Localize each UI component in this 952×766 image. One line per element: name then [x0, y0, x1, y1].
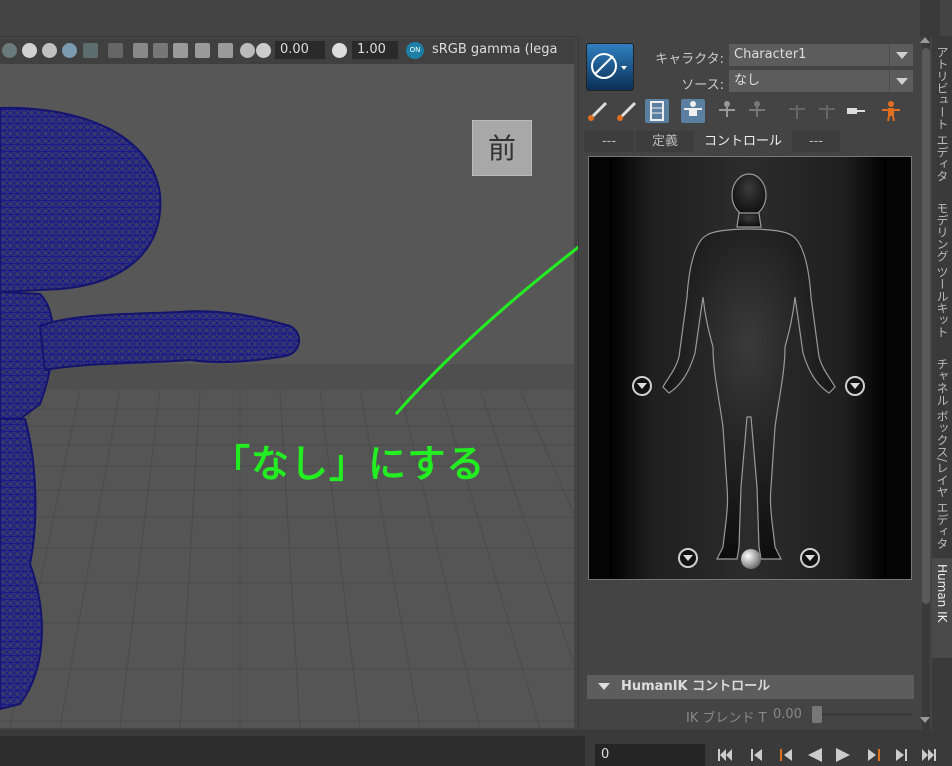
side-tab-attribute-editor[interactable]: アトリビュート エディタ — [932, 40, 952, 190]
ik-blend-slider[interactable] — [812, 706, 822, 723]
left-arm-effector-icon[interactable] — [586, 99, 610, 123]
step-forward-key-icon[interactable] — [892, 746, 910, 764]
tab-dash-right[interactable]: --- — [792, 131, 840, 152]
ik-blend-label: IK ブレンド T — [686, 711, 767, 726]
step-back-key-icon[interactable] — [748, 746, 766, 764]
right-foot-expand-button[interactable] — [800, 548, 820, 568]
ik-blend-value[interactable]: 0.00 — [773, 707, 802, 722]
source-combo[interactable]: なし — [729, 70, 891, 92]
right-hand-expand-button[interactable] — [845, 376, 865, 396]
pin-icon[interactable] — [843, 99, 867, 123]
scroll-down-icon[interactable] — [920, 717, 930, 723]
right-arm-effector-icon[interactable] — [615, 99, 639, 123]
tab-controls[interactable]: コントロール — [696, 131, 790, 152]
orange-figure-icon[interactable] — [879, 99, 903, 123]
side-tab-channel-box[interactable]: チャネル ボックス/レイヤ エディタ — [932, 352, 952, 552]
pin-rotation-icon[interactable] — [815, 99, 839, 123]
step-back-frame-icon[interactable] — [778, 746, 796, 764]
current-frame-field[interactable]: 0 — [595, 744, 705, 766]
hik-body-view[interactable] — [588, 156, 912, 580]
play-backward-icon[interactable] — [806, 746, 824, 764]
hik-logo-icon[interactable] — [586, 43, 634, 91]
scroll-up-icon[interactable] — [920, 37, 930, 43]
ik-blend-track[interactable] — [822, 713, 912, 716]
humanik-controls-section[interactable]: HumanIK コントロール — [587, 675, 914, 699]
character-label: キャラクタ: — [655, 52, 724, 67]
pose-icon[interactable] — [715, 99, 739, 123]
step-forward-frame-icon[interactable] — [864, 746, 882, 764]
reference-sphere[interactable] — [741, 549, 761, 569]
panel-scrollbar-thumb[interactable] — [922, 48, 930, 604]
source-label: ソース: — [681, 78, 724, 93]
time-slider[interactable] — [0, 736, 585, 766]
pin-translation-icon[interactable] — [785, 99, 809, 123]
left-hand-expand-button[interactable] — [632, 376, 652, 396]
tab-dash-left[interactable]: --- — [584, 131, 634, 152]
left-foot-expand-button[interactable] — [678, 548, 698, 568]
go-to-start-icon[interactable] — [716, 746, 734, 764]
character-combo[interactable]: Character1 — [729, 44, 891, 66]
pose-icon-2[interactable] — [745, 99, 769, 123]
side-tab-human-ik[interactable]: Human IK — [932, 558, 952, 658]
play-forward-icon[interactable] — [834, 746, 852, 764]
annotation-text: 「なし」にする — [212, 442, 486, 486]
go-to-end-icon[interactable] — [920, 746, 938, 764]
tab-definition[interactable]: 定義 — [636, 131, 694, 152]
character-combo-arrow[interactable] — [889, 44, 913, 66]
body-figure-svg — [609, 157, 887, 579]
fullbody-icon[interactable] — [681, 99, 705, 123]
source-combo-arrow[interactable] — [889, 70, 913, 92]
hik-logo-glyph — [591, 53, 627, 79]
side-tab-modeling-toolkit[interactable]: モデリング ツールキット — [932, 196, 952, 346]
ribcage-icon[interactable] — [645, 99, 669, 123]
